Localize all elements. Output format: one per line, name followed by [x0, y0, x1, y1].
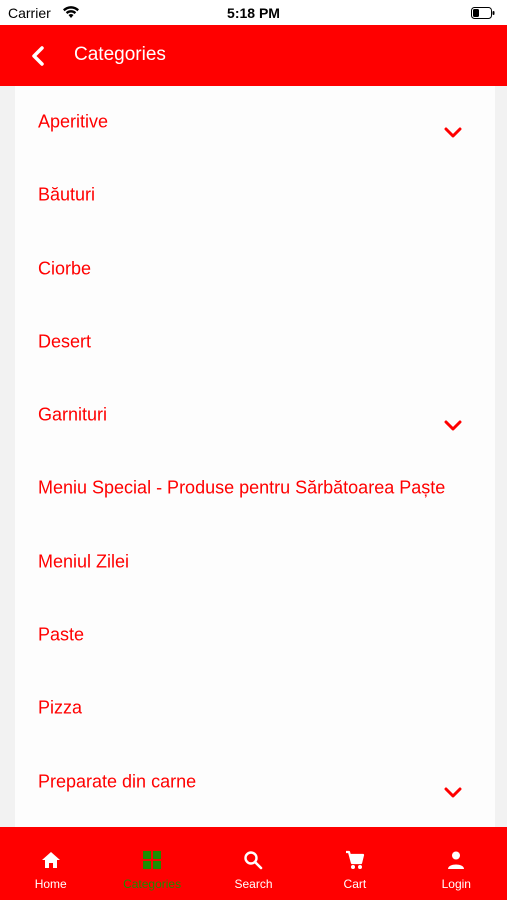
category-item[interactable]: Preparate din carne	[15, 746, 495, 819]
cart-icon	[345, 850, 364, 869]
page-title: Categories	[74, 44, 166, 65]
chevron-down-icon[interactable]	[444, 787, 462, 799]
tab-label: Categories	[123, 877, 182, 891]
category-item[interactable]: Garnituri	[15, 379, 495, 452]
tab-label: Home	[34, 877, 67, 891]
tab-label: Cart	[343, 877, 367, 891]
tab-bar: Home Categories Search Cart Login	[0, 827, 507, 900]
tab-search[interactable]: Search	[203, 827, 304, 900]
category-item[interactable]: Paste	[15, 599, 495, 672]
home-icon	[41, 852, 60, 868]
category-label: Desert	[38, 331, 92, 352]
grid-icon	[143, 851, 162, 869]
category-item[interactable]: Meniul Zilei	[15, 526, 495, 599]
category-label: Pizza	[38, 697, 83, 718]
status-time: 5:18 PM	[227, 5, 280, 21]
category-label: Meniu Special - Produse pentru Sărbătoar…	[38, 477, 446, 498]
category-item[interactable]: Ciorbe	[15, 233, 495, 306]
category-label: Paste	[38, 624, 85, 645]
navigation-bar: Categories	[0, 25, 507, 86]
back-button[interactable]	[28, 43, 48, 69]
category-item[interactable]: Pizza	[15, 672, 495, 745]
battery-icon	[471, 7, 495, 19]
chevron-down-icon[interactable]	[444, 127, 462, 139]
category-label: Ciorbe	[38, 258, 92, 279]
category-label: Preparate din carne	[38, 771, 197, 792]
category-label: Garnituri	[38, 404, 108, 425]
chevron-down-icon[interactable]	[444, 420, 462, 432]
category-label: Băuturi	[38, 184, 96, 205]
category-label: Meniul Zilei	[38, 551, 130, 572]
category-item[interactable]: Desert	[15, 306, 495, 379]
tab-categories[interactable]: Categories	[101, 827, 202, 900]
category-item[interactable]: Aperitive	[15, 86, 495, 159]
category-item[interactable]: Băuturi	[15, 159, 495, 232]
category-list: Aperitive Băuturi Ciorbe Desert Garnituri Men…	[15, 86, 495, 827]
person-icon	[448, 851, 465, 869]
tab-label: Search	[234, 877, 273, 891]
category-item[interactable]: Meniu Special - Produse pentru Sărbătoar…	[15, 452, 495, 525]
status-bar: Carrier 5:18 PM	[0, 0, 507, 25]
search-icon	[244, 851, 263, 870]
tab-login[interactable]: Login	[406, 827, 507, 900]
category-label: Aperitive	[38, 111, 109, 132]
tab-cart[interactable]: Cart	[304, 827, 405, 900]
tab-home[interactable]: Home	[0, 827, 101, 900]
tab-label: Login	[441, 877, 471, 891]
